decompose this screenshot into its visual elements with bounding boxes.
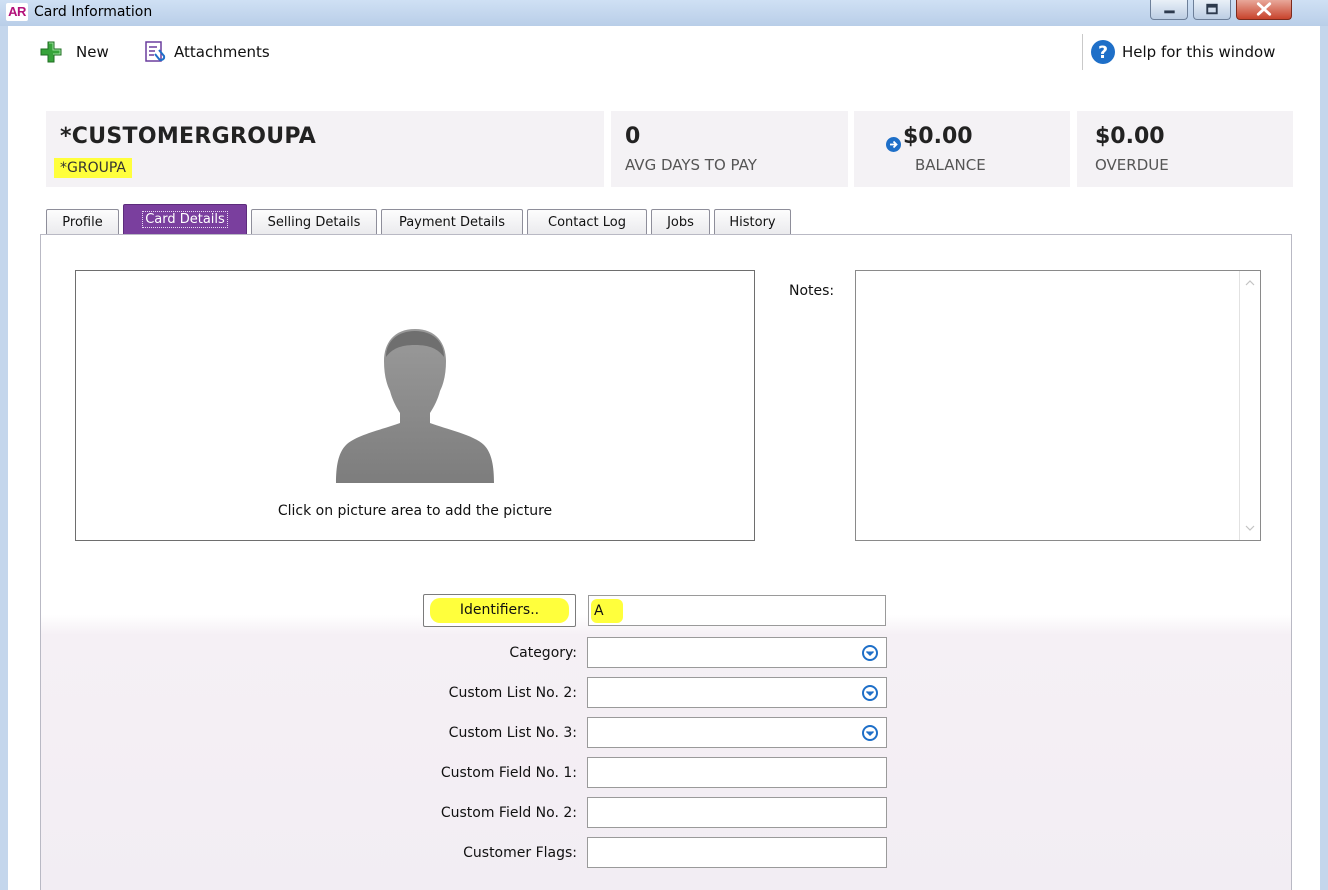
custom-list-2-select[interactable] bbox=[587, 677, 887, 708]
identifiers-button[interactable]: Identifiers.. bbox=[423, 594, 576, 627]
tab-card-details[interactable]: Card Details bbox=[123, 204, 247, 236]
category-select[interactable] bbox=[587, 637, 887, 668]
help-button[interactable]: ? Help for this window bbox=[1090, 38, 1275, 66]
title-bar[interactable]: AR Card Information bbox=[0, 0, 1328, 26]
tab-history[interactable]: History bbox=[714, 209, 791, 236]
app-badge-icon: AR bbox=[6, 3, 28, 21]
window-title: Card Information bbox=[34, 4, 153, 20]
customer-flags-input[interactable] bbox=[587, 837, 887, 868]
card-name: *CUSTOMERGROUPA bbox=[60, 124, 317, 149]
tab-label: History bbox=[729, 215, 776, 230]
help-icon: ? bbox=[1091, 40, 1115, 64]
tab-strip: Profile Card Details Selling Details Pay… bbox=[46, 204, 1046, 236]
help-label: Help for this window bbox=[1122, 43, 1276, 61]
card-details-panel: Click on picture area to add the picture… bbox=[40, 234, 1292, 890]
custom-list-2-label: Custom List No. 2: bbox=[448, 685, 577, 701]
card-summary: *CUSTOMERGROUPA *GROUPA 0 AVG DAYS TO PA… bbox=[8, 102, 1320, 194]
avg-days-value: 0 bbox=[625, 124, 641, 149]
minimize-icon bbox=[1164, 10, 1175, 14]
overdue-value: $0.00 bbox=[1095, 124, 1165, 149]
tab-payment-details[interactable]: Payment Details bbox=[381, 209, 523, 236]
attachments-button[interactable]: Attachments bbox=[144, 38, 270, 66]
customer-flags-label: Customer Flags: bbox=[463, 845, 577, 861]
tab-contact-log[interactable]: Contact Log bbox=[527, 209, 647, 236]
close-icon bbox=[1256, 2, 1272, 16]
client-area: New Attachments ? Help for this window *… bbox=[8, 26, 1320, 890]
avg-days-box: 0 AVG DAYS TO PAY bbox=[611, 111, 848, 187]
balance-value: $0.00 bbox=[903, 124, 973, 149]
identifiers-field[interactable]: A bbox=[588, 595, 886, 626]
tab-label: Profile bbox=[62, 215, 103, 230]
restore-icon bbox=[1206, 3, 1218, 15]
custom-field-2-input[interactable] bbox=[587, 797, 887, 828]
card-name-box: *CUSTOMERGROUPA *GROUPA bbox=[46, 111, 604, 187]
avg-days-label: AVG DAYS TO PAY bbox=[625, 156, 757, 174]
identifiers-button-label: Identifiers.. bbox=[430, 598, 569, 623]
chevron-down-circle-icon[interactable] bbox=[862, 685, 878, 701]
attachments-label: Attachments bbox=[174, 43, 270, 61]
custom-list-3-label: Custom List No. 3: bbox=[448, 725, 577, 741]
toolbar: New Attachments ? Help for this window bbox=[8, 26, 1320, 76]
notes-textarea[interactable] bbox=[855, 270, 1261, 541]
notes-scrollbar[interactable] bbox=[1239, 271, 1260, 540]
picture-area[interactable]: Click on picture area to add the picture bbox=[75, 270, 755, 541]
plus-icon bbox=[40, 41, 62, 63]
new-label: New bbox=[76, 43, 109, 61]
restore-button[interactable] bbox=[1193, 0, 1231, 20]
balance-box: $0.00 BALANCE bbox=[854, 111, 1070, 187]
identifiers-value: A bbox=[591, 599, 623, 623]
attachment-icon bbox=[145, 41, 166, 62]
balance-label: BALANCE bbox=[915, 156, 986, 174]
tab-label: Contact Log bbox=[548, 215, 626, 230]
custom-list-3-select[interactable] bbox=[587, 717, 887, 748]
tab-jobs[interactable]: Jobs bbox=[651, 209, 710, 236]
tab-label: Card Details bbox=[142, 211, 228, 228]
minimize-button[interactable] bbox=[1150, 0, 1188, 20]
custom-field-2-label: Custom Field No. 2: bbox=[440, 805, 577, 821]
custom-field-1-label: Custom Field No. 1: bbox=[440, 765, 577, 781]
card-information-window: AR Card Information New Attachments ? He… bbox=[0, 0, 1328, 890]
svg-text:?: ? bbox=[1098, 43, 1108, 63]
chevron-down-circle-icon[interactable] bbox=[862, 645, 878, 661]
scroll-up-icon[interactable] bbox=[1245, 279, 1255, 287]
tab-label: Jobs bbox=[667, 215, 694, 230]
scroll-down-icon[interactable] bbox=[1245, 524, 1255, 532]
toolbar-separator bbox=[1082, 34, 1083, 70]
tab-selling-details[interactable]: Selling Details bbox=[251, 209, 377, 236]
close-button[interactable] bbox=[1236, 0, 1292, 20]
chevron-down-circle-icon[interactable] bbox=[862, 725, 878, 741]
picture-caption: Click on picture area to add the picture bbox=[277, 503, 553, 519]
tab-profile[interactable]: Profile bbox=[46, 209, 119, 236]
person-silhouette-icon bbox=[336, 329, 494, 483]
tab-label: Selling Details bbox=[267, 215, 361, 230]
arrow-right-circle-icon[interactable] bbox=[885, 136, 902, 153]
category-label: Category: bbox=[509, 645, 577, 661]
tab-label: Payment Details bbox=[398, 215, 506, 230]
overdue-box: $0.00 OVERDUE bbox=[1077, 111, 1293, 187]
notes-label: Notes: bbox=[789, 283, 835, 299]
overdue-label: OVERDUE bbox=[1095, 156, 1169, 174]
new-button[interactable]: New bbox=[38, 38, 109, 66]
card-code: *GROUPA bbox=[54, 158, 132, 178]
custom-field-1-input[interactable] bbox=[587, 757, 887, 788]
